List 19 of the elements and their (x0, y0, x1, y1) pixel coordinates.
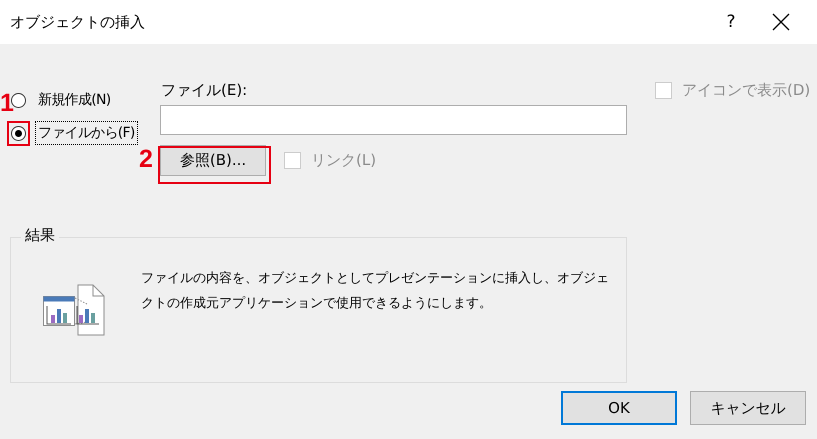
radio-button[interactable] (11, 126, 26, 140)
display-as-icon-label: アイコンで表示(D) (682, 81, 810, 100)
result-description: ファイルの内容を、オブジェクトとしてプレゼンテーションに挿入し、オブジェクトの作成元アプリケーションで使用できるようにします。 (141, 270, 610, 313)
highlight-frame (7, 121, 30, 146)
dialog-button[interactable]: OK (561, 391, 677, 425)
window-title: オブジェクトの挿入 (10, 12, 146, 32)
step-number: 1 (0, 89, 14, 118)
help-button[interactable]: ? (713, 12, 749, 32)
link-label: リンク(L) (311, 151, 376, 170)
browse-button[interactable]: 参照(B)... (160, 145, 266, 176)
step-number: 2 (139, 145, 153, 174)
dialog-button[interactable]: キャンセル (690, 391, 806, 425)
file-label: ファイル(E): (161, 81, 248, 100)
radio-label[interactable]: ファイルから(F) (35, 121, 138, 145)
radio-label[interactable]: 新規作成(N) (35, 88, 114, 112)
embedded-chart-document-icon (43, 284, 107, 336)
file-path-field[interactable] (160, 105, 627, 135)
close-icon[interactable] (771, 12, 791, 32)
group-title: 結果 (21, 226, 59, 245)
